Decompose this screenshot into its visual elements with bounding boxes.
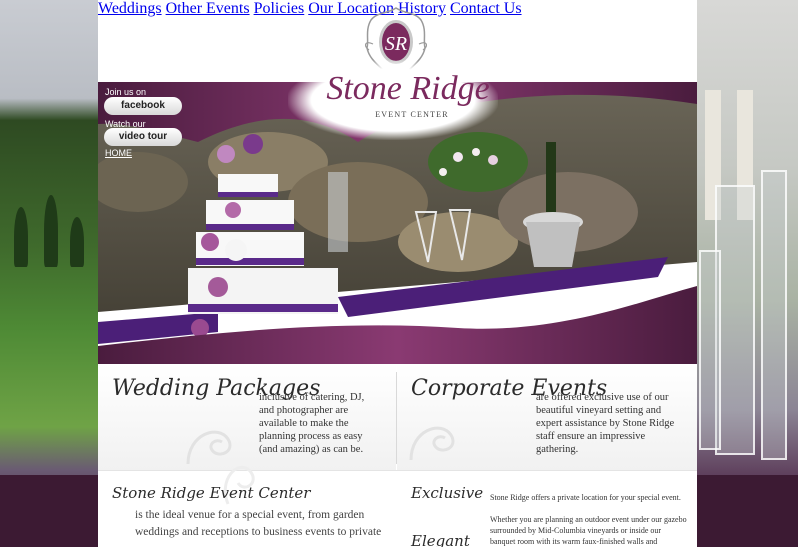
corporate-events-text: are offered exclusive use of our beautif… [536,392,675,455]
glass-vase [715,185,755,455]
logo-monogram-text: SR [385,33,407,55]
right-background-photo [697,0,798,547]
left-background-photo [0,0,98,547]
tree-shape [44,195,58,267]
about-paragraph-1: Stone Ridge offers a private location fo… [490,493,681,502]
nav-other-events[interactable]: Other Events [166,0,250,17]
glass-vase [699,250,721,450]
logo-name[interactable]: Stone Ridge [308,70,508,108]
nav-weddings[interactable]: Weddings [98,0,162,17]
about-text: is the ideal venue for a special event, … [135,509,382,538]
wedding-packages-text: inclusive of catering, DJ, and photograp… [259,392,365,455]
home-link[interactable]: HOME [105,148,132,158]
about-title: Stone Ridge Event Center [112,484,311,502]
tree-shape [14,207,28,267]
video-tour-button[interactable]: video tour [104,128,182,146]
nav-contact-us[interactable]: Contact Us [450,0,522,17]
join-us-label: Join us on [105,87,147,97]
main-column: Weddings Other Events Policies Our Locat… [98,0,697,547]
tree-shape [70,217,84,267]
about-paragraph-2: Whether you are planning an outdoor even… [490,515,687,546]
exclusive-heading: Exclusive [411,484,484,502]
glass-vase [761,170,787,460]
nav-policies[interactable]: Policies [254,0,305,17]
logo-subtitle: EVENT CENTER [375,110,449,119]
elegant-heading: Elegant [411,532,470,547]
decorative-swirl [186,430,232,465]
facebook-button[interactable]: facebook [104,97,182,115]
decorative-swirl [409,426,455,461]
